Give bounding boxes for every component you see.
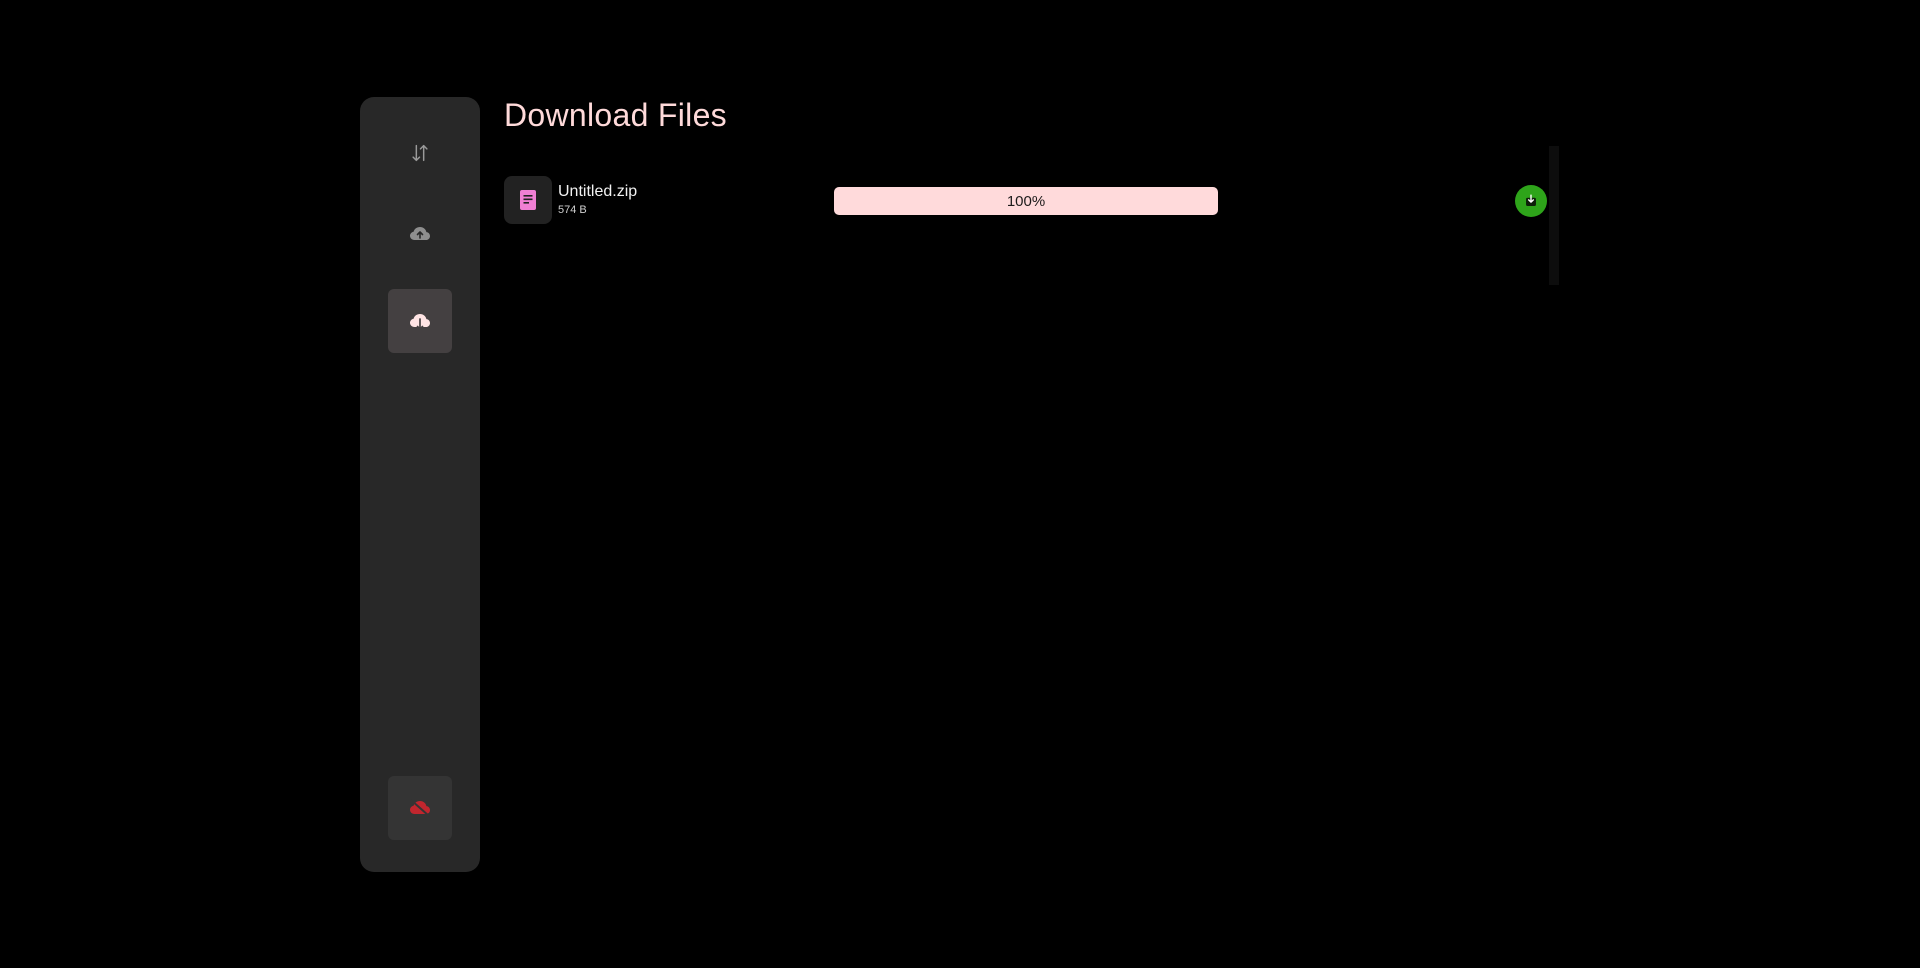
document-icon	[520, 190, 536, 210]
file-thumbnail	[504, 176, 552, 224]
sidebar-item-transfer[interactable]	[388, 121, 452, 185]
page-title: Download Files	[504, 97, 727, 133]
file-row: Untitled.zip 574 B 100%	[504, 176, 1549, 226]
sidebar-item-upload[interactable]	[388, 201, 452, 265]
download-complete-button[interactable]	[1515, 185, 1547, 217]
download-done-icon	[1526, 194, 1536, 206]
swap-vertical-icon	[412, 144, 428, 162]
download-progress-bar: 100%	[834, 187, 1218, 215]
cloud-download-icon	[410, 314, 430, 330]
disconnect-button[interactable]	[388, 776, 452, 840]
sidebar	[360, 97, 480, 872]
file-size: 574 B	[558, 204, 587, 216]
cloud-upload-icon	[410, 227, 430, 240]
progress-label: 100%	[1006, 192, 1046, 210]
file-name: Untitled.zip	[558, 183, 638, 200]
scrollbar[interactable]	[1549, 146, 1559, 285]
cloud-off-icon	[410, 799, 430, 817]
sidebar-item-download[interactable]	[388, 289, 452, 353]
